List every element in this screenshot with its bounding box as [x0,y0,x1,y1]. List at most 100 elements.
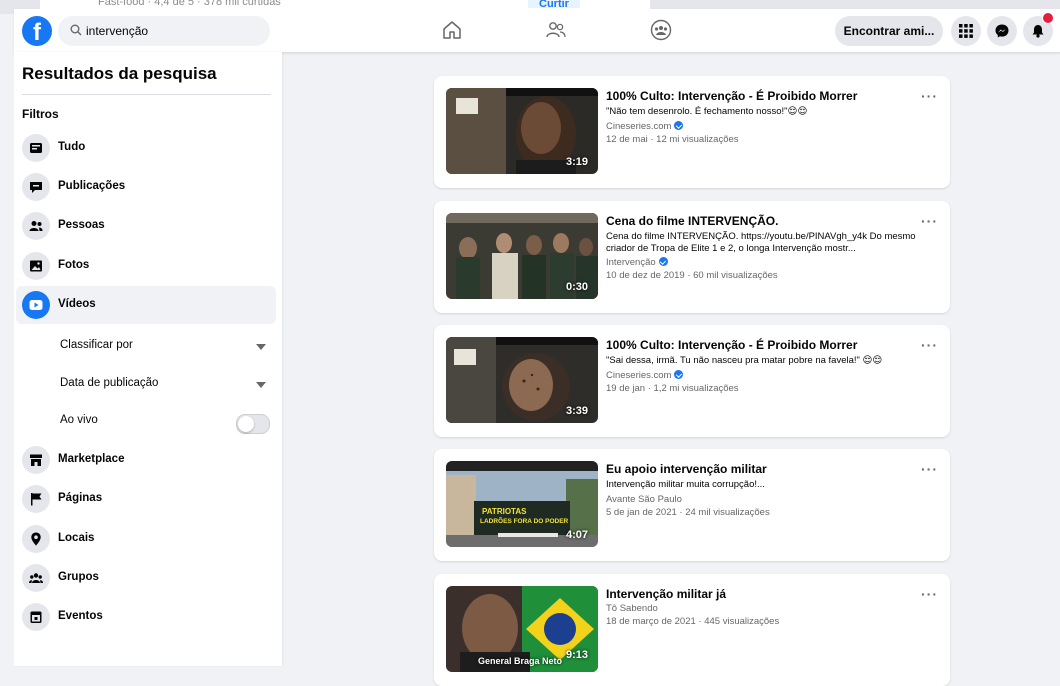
video-title[interactable]: 100% Culto: Intervenção - É Proibido Mor… [606,338,857,352]
sidebar-item-marketplace[interactable]: Marketplace [16,441,276,479]
sidebar-item-label: Marketplace [58,453,125,465]
groups-icon[interactable] [650,19,672,41]
messenger-icon [995,24,1009,38]
verified-badge-icon [674,370,684,379]
video-title[interactable]: Eu apoio intervenção militar [606,462,767,476]
friends-icon[interactable] [545,19,567,41]
menu-button[interactable] [951,16,981,46]
video-title[interactable]: Cena do filme INTERVENÇÃO. [606,214,778,228]
messenger-button[interactable] [987,16,1017,46]
people-icon [29,221,43,231]
video-description: "Não tem desenrolo. É fechamento nosso!"… [606,106,808,117]
video-title[interactable]: 100% Culto: Intervenção - É Proibido Mor… [606,89,857,103]
video-description: Intervenção militar muita corrupção!... [606,479,765,490]
sort-by-label: Classificar por [60,339,133,351]
sidebar-item-videos[interactable]: Vídeos [16,286,276,324]
sidebar-item-label: Páginas [58,492,103,504]
video-meta: 10 de dez de 2019 · 60 mil visualizações [606,270,778,281]
date-posted-dropdown[interactable]: Data de publicação [60,377,270,397]
thumbnail-caption: General Braga Neto [478,656,563,666]
video-title[interactable]: Intervenção militar já [606,587,726,601]
sidebar-item-people[interactable]: Pessoas [16,207,276,245]
video-thumbnail[interactable]: 3:19 [446,88,598,174]
toggle-knob [238,416,254,432]
video-description: "Sai dessa, irmã. Tu não nasceu pra mata… [606,355,883,366]
notification-badge [1042,12,1054,24]
channel-name[interactable]: Cineseries.com [606,121,671,132]
channel-name[interactable]: Cineseries.com [606,370,671,381]
sidebar-item-photos[interactable]: Fotos [16,247,276,285]
video-channel[interactable]: Cineseries.com [606,121,684,132]
events-icon [30,611,42,623]
all-icon [30,143,42,153]
live-label: Ao vivo [60,414,98,426]
search-box[interactable] [58,16,270,46]
verified-badge-icon [674,121,684,130]
search-input[interactable] [86,16,262,46]
video-result-card[interactable]: 3:39 100% Culto: Intervenção - É Proibid… [434,325,950,437]
video-result-card[interactable]: PATRIOTAS LADRÕES FORA DO PODER 4:07 Eu … [434,449,950,561]
video-thumbnail[interactable]: 0:30 [446,213,598,299]
video-duration: 3:19 [565,156,588,168]
video-thumbnail[interactable]: General Braga Neto 9:13 [446,586,598,672]
date-posted-label: Data de publicação [60,377,159,389]
sidebar-item-label: Locais [58,532,95,544]
channel-name[interactable]: Avante São Paulo [606,494,682,505]
more-options-button[interactable]: ··· [921,88,938,104]
more-options-button[interactable]: ··· [921,213,938,229]
sidebar-item-places[interactable]: Locais [16,520,276,558]
channel-name[interactable]: Intervenção [606,257,656,268]
video-channel[interactable]: Intervenção [606,257,668,268]
video-result-card[interactable]: 0:30 Cena do filme INTERVENÇÃO. Cena do … [434,201,950,313]
video-duration: 9:13 [565,649,588,661]
videos-icon [29,300,43,310]
sidebar-item-groups[interactable]: Grupos [16,559,276,597]
home-icon[interactable] [441,19,463,41]
sort-by-dropdown[interactable]: Classificar por [60,339,270,359]
video-meta: 18 de março de 2021 · 445 visualizações [606,616,780,627]
live-toggle[interactable] [236,414,270,434]
sidebar-item-label: Grupos [58,571,99,583]
video-channel[interactable]: Avante São Paulo [606,494,682,505]
places-icon [31,532,41,546]
video-channel[interactable]: Cineseries.com [606,370,684,381]
sidebar-item-pages[interactable]: Páginas [16,480,276,518]
marketplace-icon [30,454,42,466]
channel-name[interactable]: Tô Sabendo [606,603,658,614]
photos-icon [30,260,42,272]
top-navigation-bar: f Encontrar ami... [14,9,1060,53]
find-friends-button[interactable]: Encontrar ami... [835,16,943,46]
more-options-button[interactable]: ··· [921,586,938,602]
video-meta: 19 de jan · 1,2 mi visualizações [606,383,739,394]
video-meta: 5 de jan de 2021 · 24 mil visualizações [606,507,770,518]
thumbnail-caption: LADRÕES FORA DO PODER [480,518,569,525]
video-result-card[interactable]: General Braga Neto 9:13 Intervenção mili… [434,574,950,686]
background-like-button[interactable]: Curtir [528,0,580,10]
more-options-button[interactable]: ··· [921,337,938,353]
video-duration: 4:07 [565,529,588,541]
notifications-icon [1032,25,1044,38]
chevron-down-icon [256,382,266,388]
posts-icon [30,182,42,193]
search-sidebar: Resultados da pesquisa Filtros Tudo Publ… [14,52,282,666]
video-thumbnail[interactable]: 3:39 [446,337,598,423]
sidebar-item-all[interactable]: Tudo [16,129,276,167]
sidebar-item-label: Eventos [58,610,103,622]
sidebar-item-posts[interactable]: Publicações [16,168,276,206]
background-page-text: Fast-food · 4,4 de 5 · 378 mil curtidas [98,0,281,8]
chevron-down-icon [256,344,266,350]
filters-heading: Filtros [22,107,59,121]
search-icon [70,24,82,36]
menu-grid-icon [959,24,973,38]
more-options-button[interactable]: ··· [921,461,938,477]
video-channel[interactable]: Tô Sabendo [606,603,658,614]
video-duration: 3:39 [565,405,588,417]
video-meta: 12 de mai · 12 mi visualizações [606,134,739,145]
pages-icon [31,493,42,506]
facebook-logo[interactable]: f [22,16,52,46]
video-description: Cena do filme INTERVENÇÃO. https://youtu… [606,231,916,254]
video-thumbnail[interactable]: PATRIOTAS LADRÕES FORA DO PODER 4:07 [446,461,598,547]
video-result-card[interactable]: 3:19 100% Culto: Intervenção - É Proibid… [434,76,950,188]
sidebar-item-events[interactable]: Eventos [16,598,276,636]
verified-badge-icon [658,257,668,266]
